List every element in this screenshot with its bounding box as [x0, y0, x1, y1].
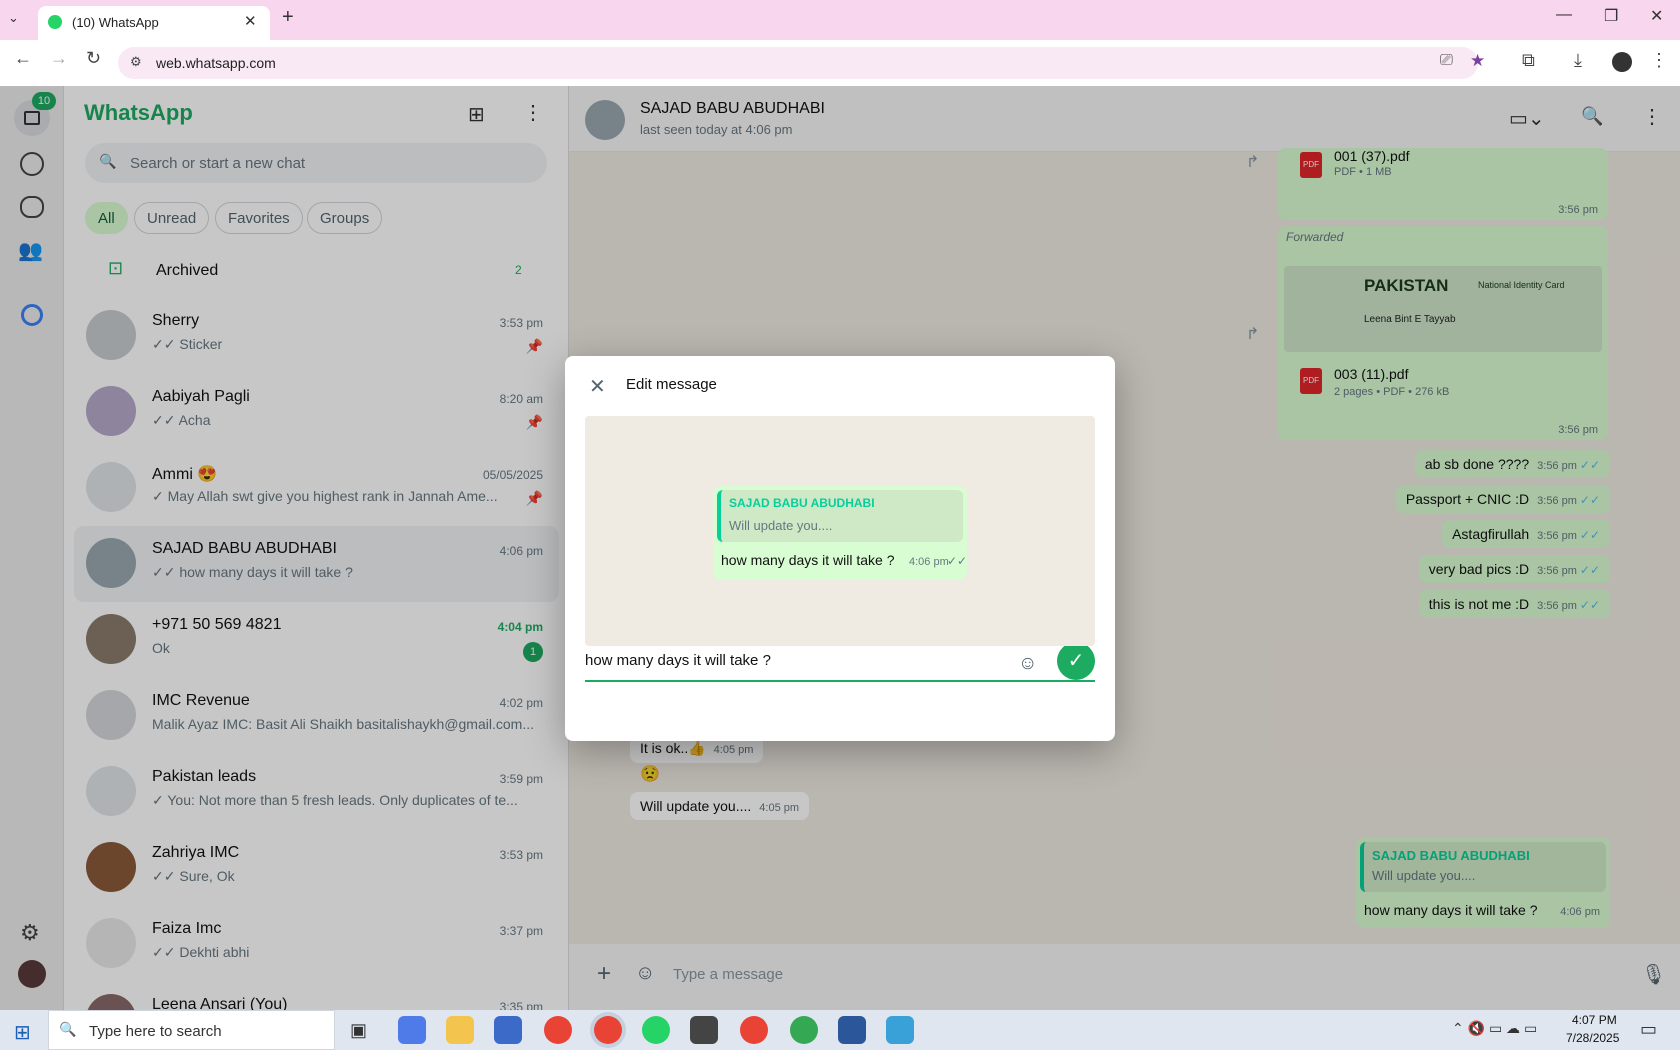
browser-tab[interactable]: (10) WhatsApp ✕ — [38, 6, 270, 40]
downloads-icon[interactable]: ⤓ — [1574, 50, 1582, 71]
input-underline — [585, 680, 1095, 682]
chrome-active-icon[interactable] — [594, 1016, 622, 1044]
chrome-icon[interactable] — [740, 1016, 768, 1044]
emoji-icon[interactable]: ☺ — [1018, 653, 1037, 675]
copilot-icon[interactable] — [398, 1016, 426, 1044]
clock-time: 4:07 PM — [1572, 1013, 1617, 1027]
site-info-icon[interactable]: ⚙ — [130, 54, 142, 70]
browser-menu-icon[interactable]: ⋮ — [1650, 50, 1668, 71]
quote-author: SAJAD BABU ABUDHABI — [729, 496, 875, 510]
message-text: how many days it will take ? — [721, 552, 895, 568]
app-icon[interactable] — [886, 1016, 914, 1044]
tab-list-icon[interactable]: ⌄ — [8, 10, 19, 26]
close-icon[interactable]: ✕ — [589, 374, 606, 399]
file-explorer-icon[interactable] — [446, 1016, 474, 1044]
quoted-message: SAJAD BABU ABUDHABI Will update you.... — [717, 490, 963, 542]
clock-date: 7/28/2025 — [1566, 1031, 1620, 1045]
confirm-edit-button[interactable]: ✓ — [1057, 642, 1095, 680]
whatsapp-icon[interactable] — [642, 1016, 670, 1044]
preview-bubble: SAJAD BABU ABUDHABI Will update you.... … — [713, 486, 967, 580]
chrome-icon[interactable] — [544, 1016, 572, 1044]
whatsapp-favicon-icon — [48, 15, 62, 29]
taskbar-search-placeholder: Type here to search — [89, 1023, 222, 1040]
restore-icon[interactable]: ❐ — [1604, 6, 1618, 26]
new-tab-icon[interactable]: + — [282, 6, 294, 29]
close-window-icon[interactable]: ✕ — [1650, 6, 1663, 26]
taskbar-search[interactable]: 🔍 Type here to search — [48, 1010, 335, 1050]
tab-title: (10) WhatsApp — [72, 15, 159, 30]
task-view-icon[interactable]: ▣ — [350, 1020, 367, 1041]
windows-start-icon[interactable]: ⊞ — [14, 1020, 31, 1045]
delivered-ticks-icon: ✓✓ — [947, 554, 968, 568]
url-text: web.whatsapp.com — [156, 55, 276, 71]
install-app-icon[interactable]: ⎚ — [1440, 52, 1453, 70]
word-icon[interactable] — [838, 1016, 866, 1044]
back-icon[interactable]: ← — [14, 48, 32, 69]
dialog-title: Edit message — [626, 376, 717, 393]
message-time: 4:06 pm — [909, 556, 949, 568]
close-tab-icon[interactable]: ✕ — [244, 12, 257, 30]
clock-app-icon[interactable] — [690, 1016, 718, 1044]
edit-input[interactable]: how many days it will take ? — [585, 652, 771, 669]
chrome-icon[interactable] — [790, 1016, 818, 1044]
address-bar[interactable]: ⚙ web.whatsapp.com ⎚ ★ — [118, 47, 1485, 79]
extensions-icon[interactable]: ⧉ — [1522, 50, 1535, 71]
tray-icons[interactable]: ⌃ 🔇 ▭ ☁ ▭ — [1452, 1020, 1537, 1037]
quote-text: Will update you.... — [729, 518, 833, 533]
bookmark-star-icon[interactable]: ★ — [1470, 51, 1485, 71]
forward-icon[interactable]: → — [50, 48, 68, 69]
notifications-icon[interactable]: ▭ — [1640, 1019, 1657, 1040]
profile-avatar[interactable] — [1612, 52, 1632, 72]
app-icon[interactable] — [494, 1016, 522, 1044]
reload-icon[interactable]: ↻ — [86, 48, 101, 69]
browser-tab-bar: ⌄ (10) WhatsApp ✕ + — ❐ ✕ — [0, 0, 1680, 40]
search-icon: 🔍 — [59, 1021, 77, 1037]
message-preview-area: SAJAD BABU ABUDHABI Will update you.... … — [585, 416, 1095, 646]
minimize-icon[interactable]: — — [1556, 6, 1572, 24]
